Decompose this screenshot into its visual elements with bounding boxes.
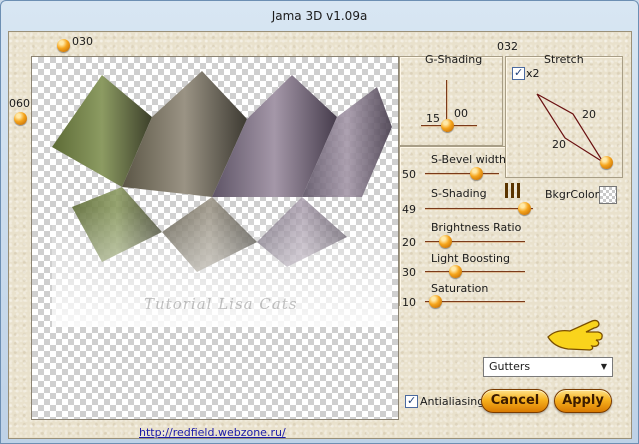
slider-handle-brightness-ratio[interactable] <box>439 235 452 248</box>
stretch-title: Stretch <box>544 53 584 66</box>
slider-handle-s-shading[interactable] <box>518 202 531 215</box>
slider-label-saturation: Saturation <box>431 282 489 295</box>
stretch-x2-checkbox[interactable]: ✓ <box>512 66 525 80</box>
g-shading-handle[interactable] <box>441 119 454 132</box>
ball-060-handle[interactable] <box>14 112 27 125</box>
slider-value-s-bevel-width: 50 <box>402 168 416 181</box>
slider-track-s-shading[interactable] <box>425 208 533 210</box>
preview-image <box>52 71 392 327</box>
ball-030-label: 030 <box>72 35 93 48</box>
g-shading-title: G-Shading <box>425 53 483 66</box>
plugin-client-area: Tutorial Lisa Cats 030 060 032 G-Shading… <box>8 31 632 439</box>
stretch-handle[interactable] <box>600 156 613 169</box>
checkmark-icon: ✓ <box>407 394 417 407</box>
preview-watermark: Tutorial Lisa Cats <box>144 295 298 313</box>
slider-value-saturation: 10 <box>402 296 416 309</box>
preset-dropdown[interactable]: Gutters ▼ <box>483 357 613 377</box>
antialiasing-label: Antialiasing <box>420 395 485 408</box>
antialiasing-checkbox[interactable]: ✓ <box>405 394 418 408</box>
stretch-value-bottom: 20 <box>552 138 566 151</box>
slider-label-s-shading: S-Shading <box>431 187 487 200</box>
bkgr-color-swatch[interactable] <box>599 186 617 204</box>
slider-label-light-boosting: Light Boosting <box>431 252 511 265</box>
g-shading-value-v: 00 <box>454 107 468 120</box>
website-link[interactable]: http://redfield.webzone.ru/ <box>139 426 286 439</box>
slider-handle-saturation[interactable] <box>429 295 442 308</box>
slider-track-light-boosting[interactable] <box>425 271 525 273</box>
checkmark-icon: ✓ <box>514 66 524 79</box>
stretch-diamond <box>536 93 604 163</box>
slider-label-brightness-ratio: Brightness Ratio <box>431 221 522 234</box>
stretch-value-top: 20 <box>582 108 596 121</box>
chevron-down-icon[interactable]: ▼ <box>596 358 612 376</box>
ball-030-handle[interactable] <box>57 39 70 52</box>
woven-braid-shape <box>52 71 392 327</box>
slider-value-brightness-ratio: 20 <box>402 236 416 249</box>
preset-dropdown-value: Gutters <box>489 360 531 373</box>
slider-value-s-shading: 49 <box>402 203 416 216</box>
label-032: 032 <box>497 40 518 53</box>
shading-bars-icon[interactable] <box>505 183 523 198</box>
pointing-hand-icon <box>547 319 603 351</box>
stretch-x2-label: x2 <box>526 67 540 80</box>
apply-button[interactable]: Apply <box>554 389 612 413</box>
slider-handle-light-boosting[interactable] <box>449 265 462 278</box>
plugin-window: Jama 3D v1.09a Tutorial Lisa Cats 030 06… <box>0 0 639 444</box>
ball-060-label: 060 <box>9 97 30 110</box>
g-shading-value-h: 15 <box>426 112 440 125</box>
bkgr-color-label: BkgrColor: <box>545 188 603 201</box>
slider-track-s-bevel-width[interactable] <box>425 173 499 175</box>
cancel-button[interactable]: Cancel <box>481 389 549 413</box>
window-title: Jama 3D v1.09a <box>271 9 368 23</box>
slider-handle-s-bevel-width[interactable] <box>470 167 483 180</box>
slider-label-s-bevel-width: S-Bevel width <box>431 153 507 166</box>
slider-value-light-boosting: 30 <box>402 266 416 279</box>
g-shading-group <box>399 56 503 146</box>
preview-canvas[interactable]: Tutorial Lisa Cats <box>31 56 399 420</box>
